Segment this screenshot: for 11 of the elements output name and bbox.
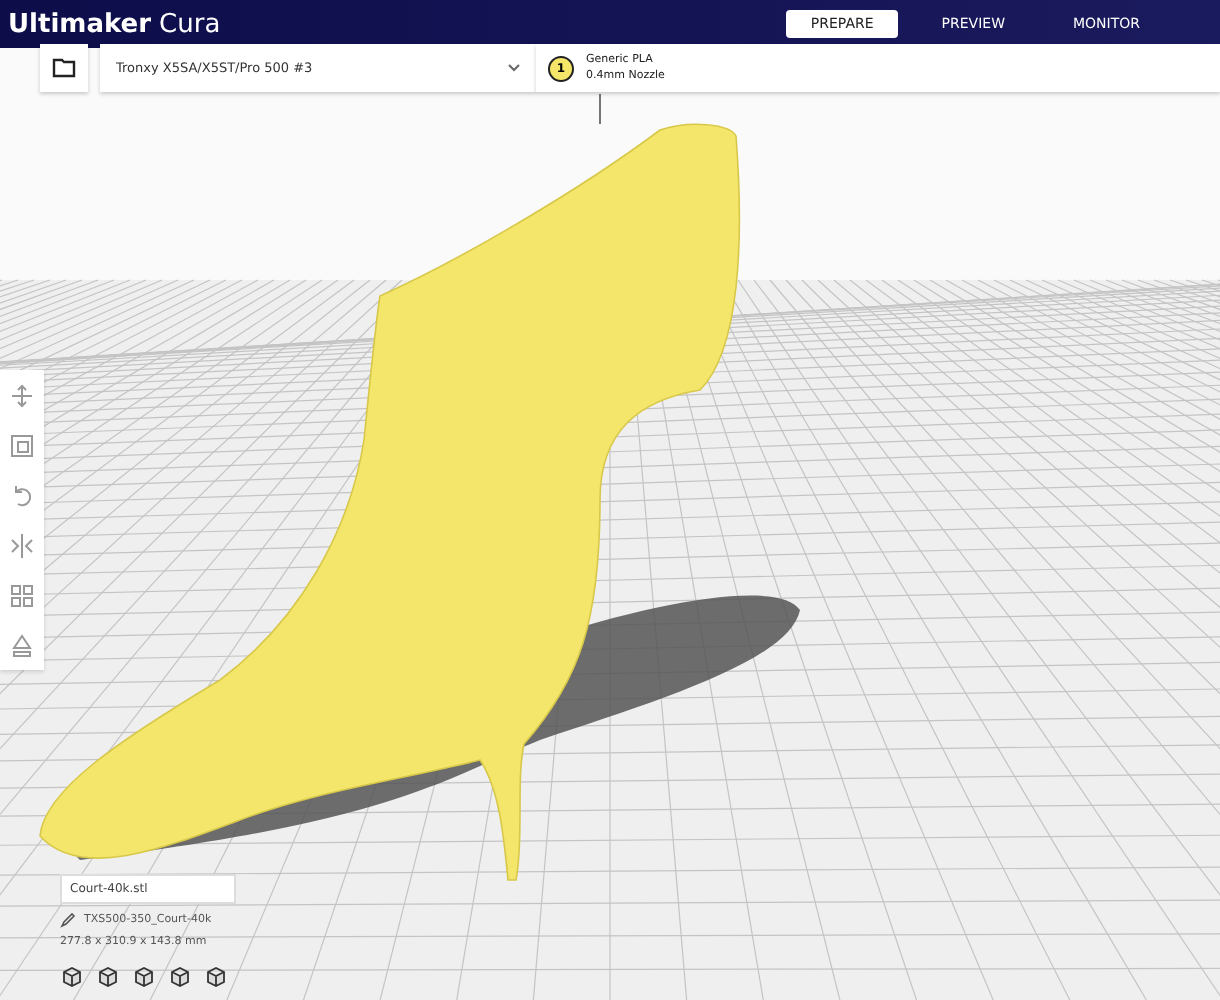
open-file-button[interactable]	[40, 44, 88, 92]
pencil-icon	[60, 912, 76, 928]
3d-view-icon[interactable]	[60, 964, 84, 988]
scale-icon[interactable]	[8, 431, 36, 459]
chevron-down-icon	[508, 64, 520, 72]
folder-icon	[52, 58, 76, 78]
brand-name: Ultimaker	[8, 9, 152, 39]
product-name: Cura	[159, 9, 221, 39]
leader-line	[599, 93, 601, 125]
mirror-icon[interactable]	[8, 531, 36, 559]
move-icon[interactable]	[8, 381, 36, 409]
